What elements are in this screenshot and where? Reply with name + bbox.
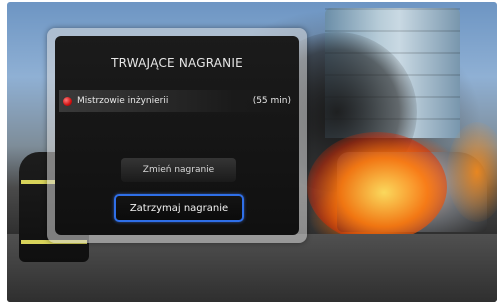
dialog-title: TRWAJĄCE NAGRANIE bbox=[111, 56, 243, 70]
ongoing-recording-dialog: TRWAJĄCE NAGRANIE Mistrzowie inżynierii … bbox=[47, 28, 307, 243]
stop-recording-button[interactable]: Zatrzymaj nagranie bbox=[114, 194, 244, 222]
recording-row: Mistrzowie inżynierii (55 min) bbox=[59, 90, 293, 112]
recording-name: Mistrzowie inżynierii bbox=[77, 96, 169, 106]
record-dot-icon bbox=[63, 96, 72, 106]
dialog-panel: TRWAJĄCE NAGRANIE Mistrzowie inżynierii … bbox=[55, 36, 299, 235]
fire-image bbox=[307, 132, 447, 242]
recording-duration: (55 min) bbox=[252, 96, 291, 106]
change-recording-button[interactable]: Zmień nagranie bbox=[121, 158, 236, 182]
